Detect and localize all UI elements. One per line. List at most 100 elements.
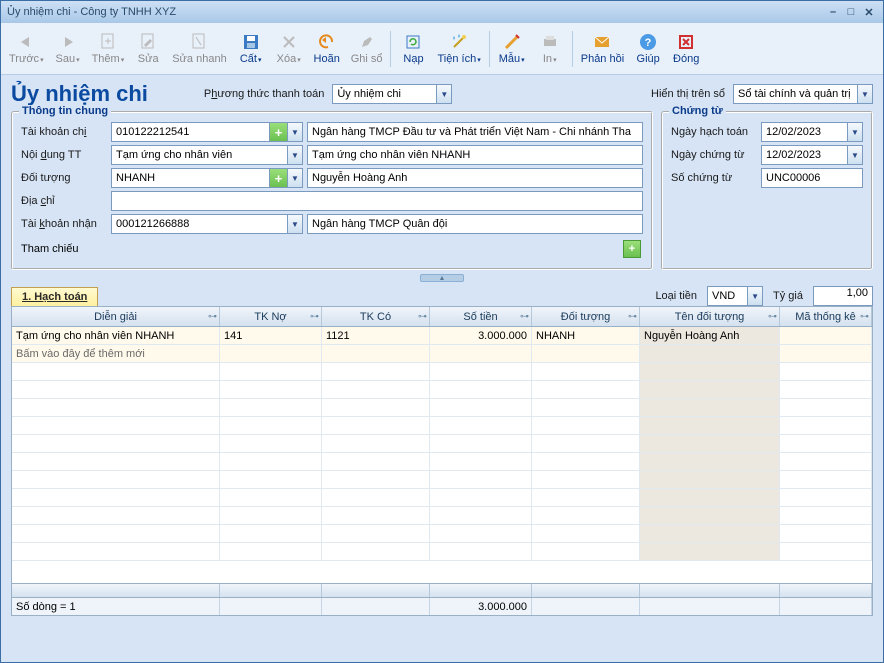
close-icon xyxy=(676,32,696,52)
acct-pay-label: Tài khoản chi xyxy=(21,126,107,138)
pin-icon[interactable]: ⊶ xyxy=(418,311,427,322)
toolbar-undo[interactable]: Hoãn xyxy=(309,30,345,67)
print-icon xyxy=(540,32,560,52)
toolbar-feedback[interactable]: Phản hồi xyxy=(577,30,628,67)
bank-recv-input[interactable]: Ngân hàng TMCP Quân đội xyxy=(307,214,643,234)
toolbar-prev[interactable]: Trước▾ xyxy=(5,30,48,67)
acct-recv-label: Tài khoản nhận xyxy=(21,218,107,230)
table-row[interactable]: Tạm ứng cho nhân viên NHANH 141 1121 3.0… xyxy=(12,327,872,345)
split-handle[interactable]: ▲ xyxy=(420,274,464,282)
plus-icon[interactable]: + xyxy=(269,123,287,141)
pin-icon[interactable]: ⊶ xyxy=(768,311,777,322)
acct-pay-combo[interactable]: 010122212541+▼ xyxy=(111,122,303,142)
ref-label: Tham chiếu xyxy=(21,243,107,255)
page-title: Ủy nhiệm chi xyxy=(11,81,148,107)
col-subject-name[interactable]: Tên đối tượng⊶ xyxy=(640,307,780,326)
grid-subfooter xyxy=(12,583,872,597)
grid-body[interactable]: Tạm ứng cho nhân viên NHANH 141 1121 3.0… xyxy=(12,327,872,583)
display-combo[interactable]: Sổ tài chính và quản trị▼ xyxy=(733,84,873,104)
row-count: Số dòng = 1 xyxy=(12,598,220,615)
close-window-button[interactable]: ✕ xyxy=(861,4,877,20)
new-row[interactable]: Bấm vào đây để thêm mới xyxy=(12,345,872,363)
col-debit[interactable]: TK Nợ⊶ xyxy=(220,307,322,326)
voucher-fieldset: Chứng từ Ngày hạch toán 12/02/2023▼ Ngày… xyxy=(661,111,873,270)
toolbar-add[interactable]: Thêm▾ xyxy=(88,30,129,67)
rate-label: Tỷ giá xyxy=(773,290,803,302)
tab-accounting[interactable]: 1. Hạch toán xyxy=(11,287,98,306)
chevron-down-icon[interactable]: ▼ xyxy=(287,215,302,233)
paymethod-label: Phương thức thanh toán xyxy=(204,88,324,100)
addr-input[interactable] xyxy=(111,191,643,211)
currency-label: Loại tiền xyxy=(655,290,697,302)
plus-icon[interactable]: + xyxy=(269,169,287,187)
toolbar-load[interactable]: Nạp xyxy=(395,30,431,67)
rate-input[interactable]: 1,00 xyxy=(813,286,873,306)
toolbar-help[interactable]: ?Giúp xyxy=(630,30,666,67)
help-icon: ? xyxy=(638,32,658,52)
bank-pay-input[interactable]: Ngân hàng TMCP Đầu tư và Phát triển Việt… xyxy=(307,122,643,142)
vdate-input[interactable]: 12/02/2023▼ xyxy=(761,145,863,165)
titlebar: Ủy nhiệm chi - Công ty TNHH XYZ – □ ✕ xyxy=(1,1,883,23)
vno-input[interactable]: UNC00006 xyxy=(761,168,863,188)
toolbar-delete[interactable]: Xóa▾ xyxy=(271,30,307,67)
col-desc[interactable]: Diễn giải⊶ xyxy=(12,307,220,326)
main-toolbar: Trước▾ Sau▾ Thêm▾ Sửa Sửa nhanh Cất▾ Xóa… xyxy=(1,23,883,75)
postdate-label: Ngày hạch toán xyxy=(671,126,757,138)
chevron-down-icon[interactable]: ▼ xyxy=(747,287,762,305)
paymethod-combo[interactable]: Ủy nhiệm chi▼ xyxy=(332,84,452,104)
toolbar-template[interactable]: Mẫu▾ xyxy=(494,30,530,67)
vno-label: Số chứng từ xyxy=(671,172,757,184)
subject-name-input[interactable]: Nguyễn Hoàng Anh xyxy=(307,168,643,188)
currency-combo[interactable]: VND▼ xyxy=(707,286,763,306)
toolbar-close[interactable]: Đóng xyxy=(668,30,704,67)
pin-icon[interactable]: ⊶ xyxy=(310,311,319,322)
wand-icon xyxy=(449,32,469,52)
toolbar-save[interactable]: Cất▾ xyxy=(233,30,269,67)
ref-add-button[interactable]: + xyxy=(623,240,641,258)
toolbar-print[interactable]: In▾ xyxy=(532,30,568,67)
file-edit-icon xyxy=(138,32,158,52)
col-stat[interactable]: Mã thống kê⊶ xyxy=(780,307,872,326)
chevron-down-icon[interactable]: ▼ xyxy=(287,123,302,141)
col-amount[interactable]: Số tiền⊶ xyxy=(430,307,532,326)
header-row: Ủy nhiệm chi Phương thức thanh toán Ủy n… xyxy=(1,75,883,111)
subject-label: Đối tượng xyxy=(21,172,107,184)
postdate-input[interactable]: 12/02/2023▼ xyxy=(761,122,863,142)
pin-icon[interactable]: ⊶ xyxy=(208,311,217,322)
file-add-icon xyxy=(98,32,118,52)
toolbar-next[interactable]: Sau▾ xyxy=(50,30,86,67)
addr-label: Địa chỉ xyxy=(21,195,107,207)
toolbar-quickedit[interactable]: Sửa nhanh xyxy=(168,30,230,67)
pin-icon[interactable]: ⊶ xyxy=(860,311,869,322)
content-label: Nội dung TT xyxy=(21,149,107,161)
toolbar-post[interactable]: Ghi sổ xyxy=(347,30,387,67)
accounting-grid: Diễn giải⊶ TK Nợ⊶ TK Có⊶ Số tiền⊶ Đối tư… xyxy=(11,306,873,598)
sum-amount: 3.000.000 xyxy=(430,598,532,615)
toolbar-util[interactable]: Tiện ích▾ xyxy=(433,30,484,67)
maximize-button[interactable]: □ xyxy=(843,4,859,20)
ref-box: + xyxy=(107,238,643,260)
chevron-down-icon[interactable]: ▼ xyxy=(857,85,872,103)
chevron-down-icon[interactable]: ▼ xyxy=(847,123,862,141)
general-legend: Thông tin chung xyxy=(19,105,111,117)
chevron-down-icon[interactable]: ▼ xyxy=(287,169,302,187)
chevron-down-icon[interactable]: ▼ xyxy=(436,85,451,103)
display-label: Hiển thị trên sổ xyxy=(651,88,725,100)
col-subject[interactable]: Đối tượng⊶ xyxy=(532,307,640,326)
content-full-input[interactable]: Tạm ứng cho nhân viên NHANH xyxy=(307,145,643,165)
subject-combo[interactable]: NHANH+▼ xyxy=(111,168,303,188)
acct-recv-combo[interactable]: 000121266888▼ xyxy=(111,214,303,234)
arrow-right-icon xyxy=(58,32,78,52)
pin-icon[interactable]: ⊶ xyxy=(628,311,637,322)
chevron-down-icon[interactable]: ▼ xyxy=(847,146,862,164)
chevron-down-icon[interactable]: ▼ xyxy=(287,146,302,164)
general-fieldset: Thông tin chung Tài khoản chi 0101222125… xyxy=(11,111,653,270)
pin-icon[interactable]: ⊶ xyxy=(520,311,529,322)
col-credit[interactable]: TK Có⊶ xyxy=(322,307,430,326)
save-icon xyxy=(241,32,261,52)
toolbar-edit[interactable]: Sửa xyxy=(130,30,166,67)
content-combo[interactable]: Tạm ứng cho nhân viên▼ xyxy=(111,145,303,165)
refresh-icon xyxy=(403,32,423,52)
minimize-button[interactable]: – xyxy=(825,4,841,20)
file-quickedit-icon xyxy=(189,32,209,52)
